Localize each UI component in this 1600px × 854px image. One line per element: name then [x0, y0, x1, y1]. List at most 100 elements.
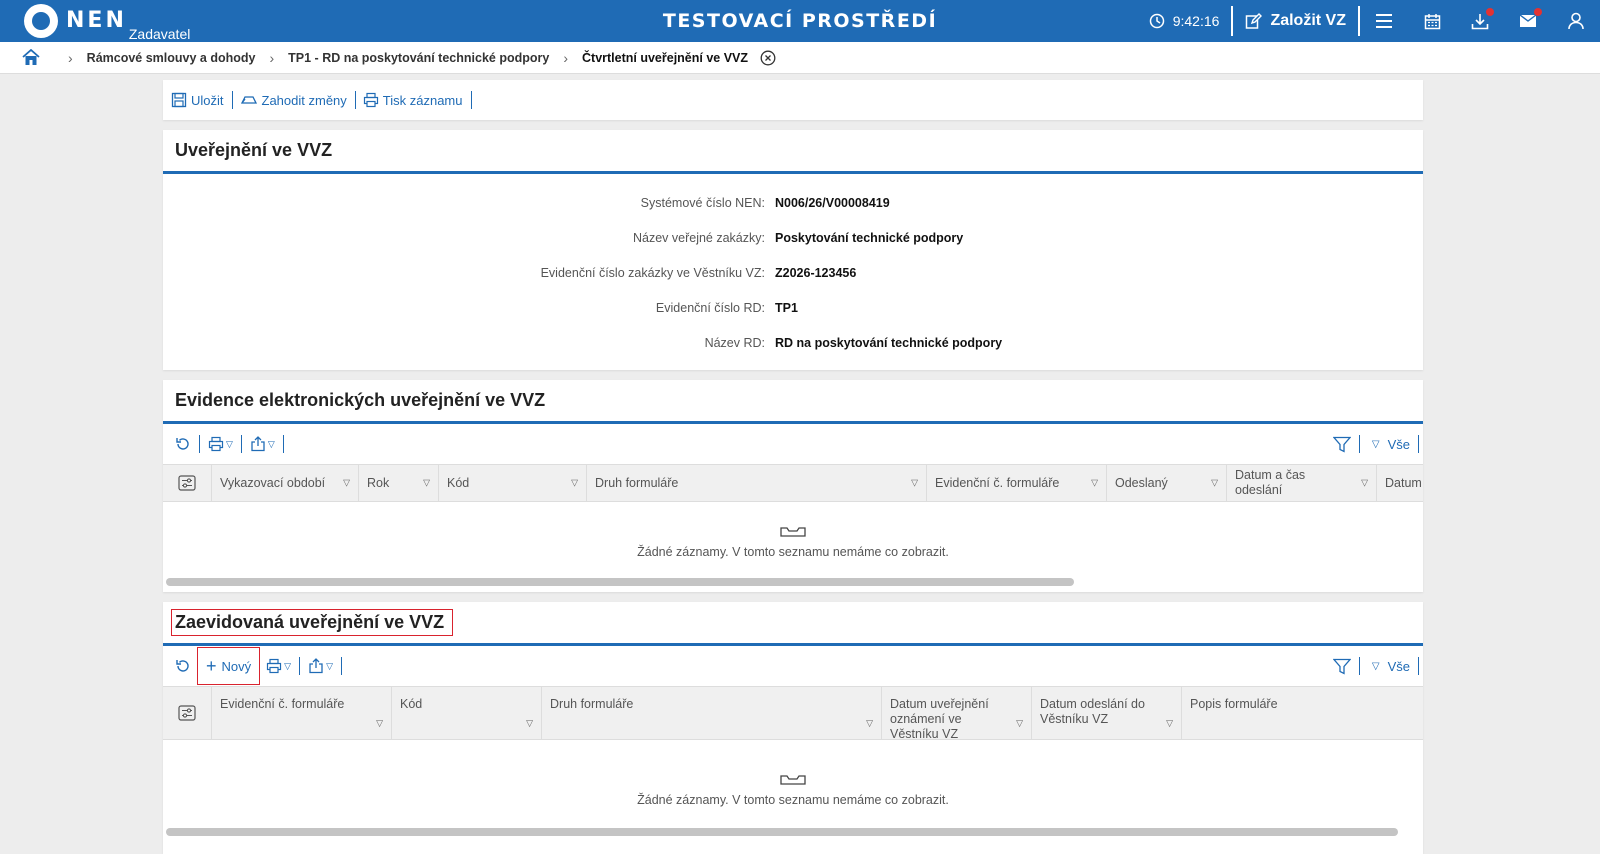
grid-toolbar: ▽ ▽ ▽ Vše — [163, 424, 1423, 464]
column-header[interactable]: Kód ▽ — [392, 687, 542, 739]
create-vz-label: Založit VZ — [1270, 12, 1346, 29]
print-record-button[interactable]: Tisk záznamu — [363, 92, 469, 108]
column-header[interactable]: Druh formuláře ▽ — [587, 465, 927, 501]
filter-button[interactable] — [1329, 436, 1355, 453]
caret-down-icon: ▽ — [326, 660, 333, 671]
column-header[interactable]: Popis formuláře — [1182, 687, 1423, 739]
export-menu-button[interactable]: ▽ — [304, 658, 337, 674]
column-header[interactable]: Vykazovací období ▽ — [212, 465, 359, 501]
discard-label: Zahodit změny — [261, 92, 347, 108]
refresh-icon — [176, 438, 189, 450]
home-link[interactable] — [22, 49, 40, 66]
refresh-button[interactable] — [171, 436, 195, 452]
calendar-icon — [1424, 13, 1440, 29]
new-record-button[interactable]: + Nový — [197, 647, 261, 685]
column-header[interactable]: Rok ▽ — [359, 465, 439, 501]
column-settings-button[interactable] — [163, 465, 212, 501]
logo-circle-icon — [24, 4, 58, 38]
info-row: Název RD: RD na poskytování technické po… — [163, 336, 1423, 371]
printer-icon — [208, 436, 224, 452]
sort-icon: ▽ — [526, 718, 533, 728]
refresh-button[interactable] — [171, 658, 195, 674]
sort-icon: ▽ — [1361, 477, 1368, 488]
save-button[interactable]: Uložit — [171, 92, 230, 108]
divider — [299, 657, 301, 675]
column-header[interactable]: Evidenční č. formuláře ▽ — [212, 687, 392, 739]
divider — [340, 657, 342, 675]
close-tab-button[interactable] — [760, 50, 776, 66]
divider — [470, 91, 472, 109]
print-label: Tisk záznamu — [382, 92, 463, 108]
nen-logo[interactable]: NEN Zadavatel — [24, 4, 190, 42]
filter-all-dropdown[interactable]: ▽ Vše — [1370, 659, 1410, 674]
undo-icon — [240, 96, 257, 104]
caret-down-icon: ▽ — [1371, 660, 1380, 672]
column-header[interactable]: Datum uveřejnění▽ — [1377, 465, 1423, 501]
close-circle-icon — [760, 50, 776, 65]
divider — [240, 435, 242, 453]
column-header[interactable]: Datum uveřejnění oznámení ve Věstníku VZ… — [882, 687, 1032, 741]
new-record-label: Nový — [221, 658, 252, 674]
caret-down-icon: ▽ — [284, 660, 292, 671]
clock-icon — [1149, 13, 1164, 29]
column-header[interactable]: Datum a čas odeslání ▽ — [1227, 465, 1377, 501]
download-button[interactable] — [1456, 0, 1504, 42]
empty-message: Žádné záznamy. V tomto seznamu nemáme co… — [637, 793, 949, 807]
calendar-button[interactable] — [1408, 0, 1456, 42]
info-row: Evidenční číslo RD: TP1 — [163, 301, 1423, 336]
print-menu-button[interactable]: ▽ — [262, 658, 295, 674]
create-vz-button[interactable]: Založit VZ — [1233, 0, 1358, 42]
top-bar: NEN Zadavatel TESTOVACÍ PROSTŘEDÍ 9:42:1… — [0, 0, 1600, 42]
column-header[interactable]: Odeslaný ▽ — [1107, 465, 1227, 501]
divider — [1418, 657, 1419, 675]
notification-badge — [1486, 8, 1494, 16]
breadcrumb-item[interactable]: TP1 - RD na poskytování technické podpor… — [288, 51, 549, 65]
column-label: Vykazovací období — [220, 475, 326, 490]
registered-publications-list: Zaevidovaná uveřejnění ve VVZ + Nový ▽ ▽… — [163, 602, 1423, 854]
column-header[interactable]: Druh formuláře ▽ — [542, 687, 882, 739]
sort-icon: ▽ — [571, 477, 578, 488]
user-icon — [1568, 12, 1584, 30]
record-toolbar: Uložit Zahodit změny Tisk záznamu — [163, 80, 1423, 120]
filter-icon — [1332, 436, 1351, 453]
column-settings-button[interactable] — [163, 687, 212, 739]
column-label: Rok — [367, 475, 390, 490]
user-button[interactable] — [1552, 0, 1600, 42]
horizontal-scrollbar[interactable] — [166, 578, 1074, 586]
column-header[interactable]: Evidenční č. formuláře ▽ — [927, 465, 1107, 501]
breadcrumb-item[interactable]: Rámcové smlouvy a dohody — [87, 51, 256, 65]
sort-icon: ▽ — [1091, 477, 1098, 488]
chevron-right-icon: › — [563, 49, 568, 66]
print-menu-button[interactable]: ▽ — [204, 436, 237, 452]
menu-button[interactable] — [1360, 0, 1408, 42]
column-header[interactable]: Datum odeslání do Věstníku VZ ▽ — [1032, 687, 1182, 739]
info-label: Evidenční číslo RD: — [655, 301, 765, 315]
info-row: Název veřejné zakázky: Poskytování techn… — [163, 231, 1423, 266]
grid-header: Evidenční č. formuláře ▽ Kód ▽ Druh formul… — [163, 686, 1423, 741]
settings-sliders-icon — [178, 475, 196, 491]
export-menu-button[interactable]: ▽ — [246, 436, 279, 452]
divider — [1358, 657, 1360, 675]
panel-header: Uveřejnění ve VVZ — [163, 130, 1423, 174]
filter-icon — [1332, 658, 1351, 675]
empty-state: Žádné záznamy. V tomto seznamu nemáme co… — [163, 740, 1423, 840]
mail-button[interactable] — [1504, 0, 1552, 42]
logo-subtitle: Zadavatel — [128, 26, 191, 42]
info-row: Systémové číslo NEN: N006/26/V00008419 — [163, 196, 1423, 231]
menu-icon — [1376, 14, 1392, 28]
empty-message: Žádné záznamy. V tomto seznamu nemáme co… — [637, 545, 949, 559]
info-label: Název RD: — [704, 336, 765, 350]
save-label: Uložit — [191, 92, 224, 108]
logo-text: NEN — [66, 8, 127, 33]
column-label: Kód — [400, 697, 423, 711]
discard-changes-button[interactable]: Zahodit změny — [240, 93, 353, 108]
filter-button[interactable] — [1329, 658, 1355, 675]
filter-all-dropdown[interactable]: ▽ Vše — [1370, 437, 1410, 452]
horizontal-scrollbar[interactable] — [166, 828, 1398, 836]
download-icon — [1471, 13, 1489, 29]
plus-icon: + — [206, 656, 217, 676]
mail-icon — [1519, 14, 1537, 27]
sort-icon: ▽ — [1016, 718, 1023, 728]
column-header[interactable]: Kód ▽ — [439, 465, 587, 501]
caret-down-icon: ▽ — [1371, 438, 1380, 450]
